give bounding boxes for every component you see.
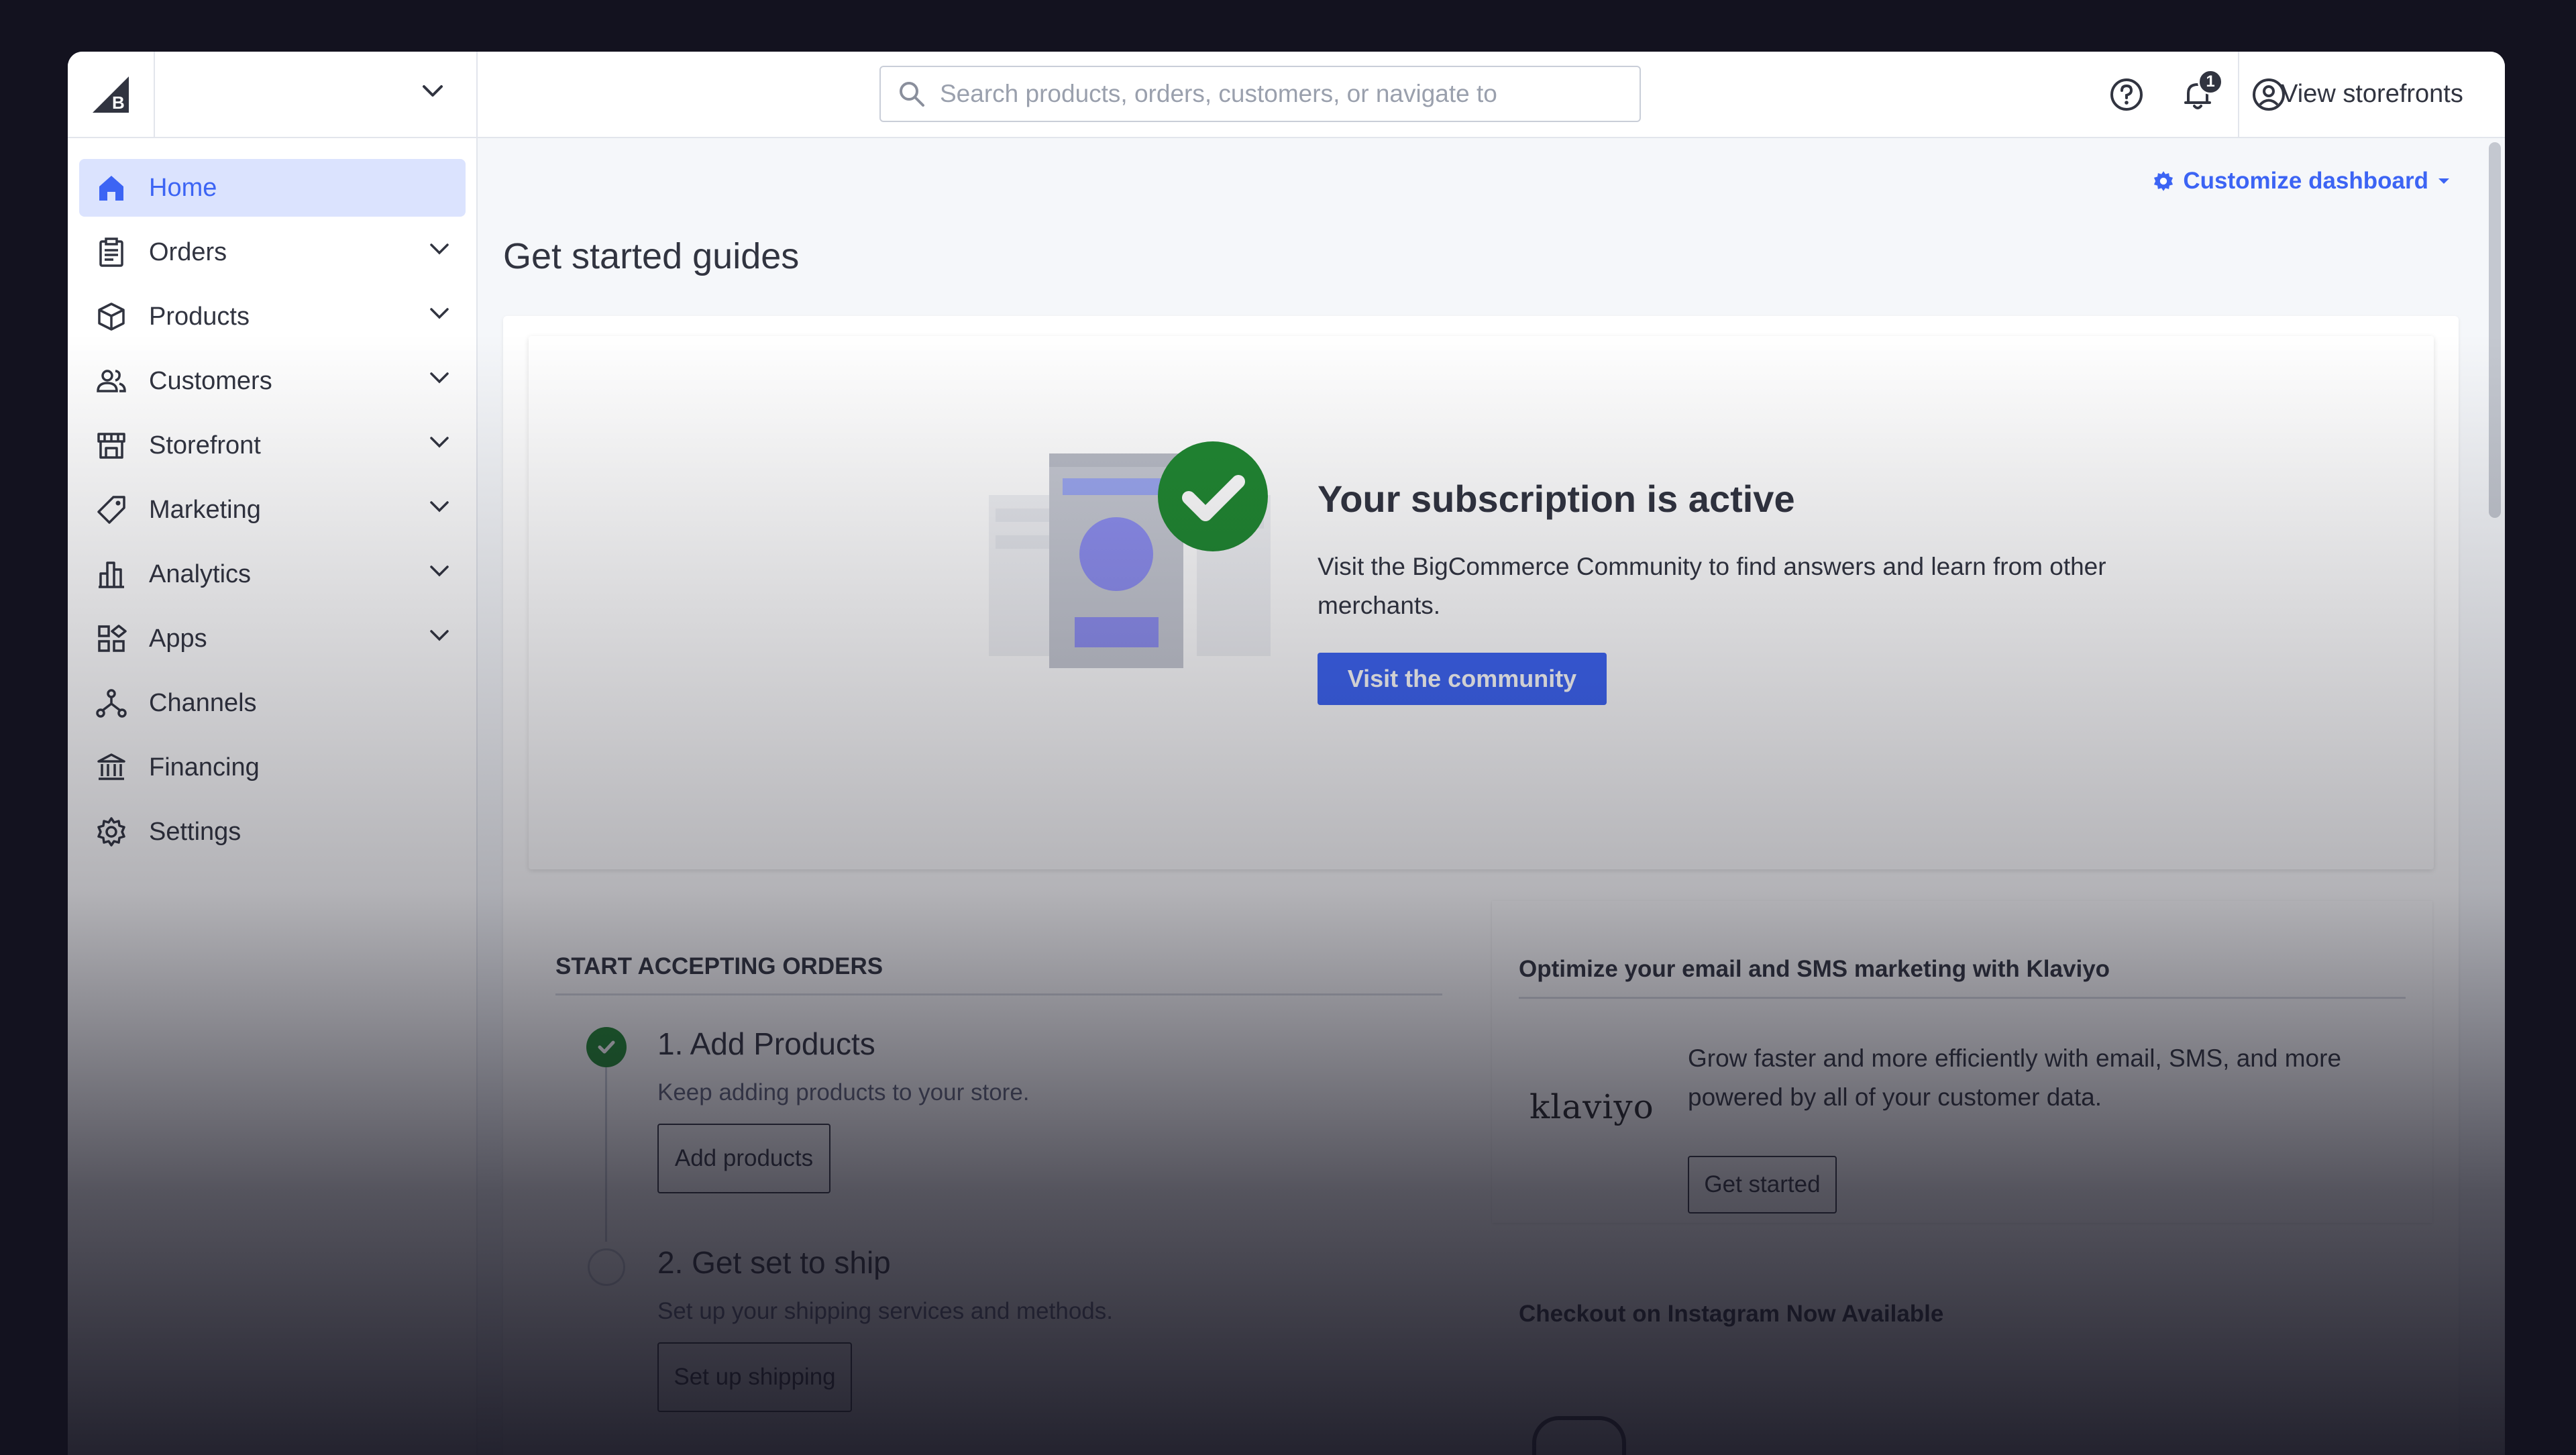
search-icon: [900, 82, 924, 107]
gear-icon: [95, 816, 127, 848]
customize-dashboard-label: Customize dashboard: [2183, 168, 2428, 194]
notifications-button[interactable]: 1: [2179, 69, 2223, 113]
sidebar-item-home[interactable]: Home: [79, 159, 466, 217]
tag-icon: [95, 494, 127, 526]
help-icon: [2110, 78, 2143, 111]
sidebar-item-storefront[interactable]: Storefront: [79, 417, 466, 474]
bank-icon: [95, 751, 127, 784]
caret-down-icon: [2438, 178, 2449, 184]
chevron-down-icon: [430, 501, 449, 513]
svg-text:B: B: [112, 93, 125, 113]
apps-grid-icon: [95, 623, 127, 655]
sidebar-item-channels[interactable]: Channels: [79, 674, 466, 732]
instagram-panel: Checkout on Instagram Now Available: [1492, 1248, 2432, 1455]
sidebar-item-label: Channels: [149, 688, 257, 717]
add-products-button[interactable]: Add products: [657, 1124, 830, 1193]
orders-panel: START ACCEPTING ORDERS 1. Add Products K…: [529, 901, 1469, 1455]
klaviyo-description: Grow faster and more efficiently with em…: [1688, 1044, 2342, 1111]
chevron-down-icon: [430, 565, 449, 577]
subscription-banner: Your subscription is active Visit the Bi…: [529, 336, 2434, 869]
set-up-shipping-button[interactable]: Set up shipping: [657, 1342, 852, 1412]
home-icon: [95, 172, 127, 204]
box-icon: [95, 301, 127, 333]
step-connector: [605, 1047, 607, 1242]
subscription-illustration: [989, 441, 1271, 668]
chevron-down-icon: [430, 630, 449, 641]
scrollbar-thumb[interactable]: [2489, 142, 2501, 518]
view-storefronts-button[interactable]: View storefronts: [2238, 52, 2505, 137]
subscription-description: Visit the BigCommerce Community to find …: [1318, 553, 2106, 619]
divider: [555, 993, 1442, 995]
top-bar: B 1: [68, 52, 2505, 138]
klaviyo-panel: Optimize your email and SMS marketing wi…: [1492, 901, 2432, 1223]
clipboard-icon: [95, 236, 127, 268]
bigcommerce-logo[interactable]: B: [68, 52, 155, 137]
sidebar-item-customers[interactable]: Customers: [79, 352, 466, 410]
get-started-button[interactable]: Get started: [1688, 1156, 1837, 1214]
sidebar-item-settings[interactable]: Settings: [79, 803, 466, 861]
orders-panel-title: START ACCEPTING ORDERS: [555, 953, 883, 979]
sidebar-item-label: Marketing: [149, 495, 261, 524]
app-window: B 1: [68, 52, 2505, 1455]
sidebar-item-label: Products: [149, 302, 250, 331]
step-complete-icon: [586, 1027, 627, 1067]
store-switcher[interactable]: [155, 52, 478, 137]
sidebar-item-label: Customers: [149, 366, 272, 395]
sidebar-item-label: Orders: [149, 237, 227, 266]
sidebar-item-analytics[interactable]: Analytics: [79, 545, 466, 603]
people-icon: [95, 365, 127, 397]
sidebar-item-marketing[interactable]: Marketing: [79, 481, 466, 539]
instagram-icon: [1532, 1416, 1626, 1455]
help-button[interactable]: [2108, 76, 2145, 113]
page-title: Get started guides: [503, 236, 800, 276]
channels-icon: [95, 687, 127, 719]
gear-icon: [2154, 171, 2174, 191]
bar-chart-icon: [95, 558, 127, 590]
divider: [1519, 997, 2406, 999]
instagram-panel-title: Checkout on Instagram Now Available: [1519, 1301, 1944, 1327]
main-content: Customize dashboard Get started guides Y…: [478, 138, 2505, 1455]
search-bar[interactable]: [879, 66, 1641, 122]
sidebar-item-label: Financing: [149, 753, 260, 782]
sidebar-item-label: Home: [149, 173, 217, 202]
step-description: Set up your shipping services and method…: [657, 1298, 1113, 1324]
sidebar-item-orders[interactable]: Orders: [79, 223, 466, 281]
storefront-icon: [95, 429, 127, 462]
notification-count-badge: 1: [2198, 69, 2223, 95]
step-description: Keep adding products to your store.: [657, 1079, 1030, 1106]
sidebar-item-label: Analytics: [149, 559, 252, 588]
chevron-down-icon: [430, 372, 449, 384]
chevron-down-icon: [430, 437, 449, 448]
step-title: 1. Add Products: [657, 1026, 875, 1061]
subscription-title: Your subscription is active: [1318, 478, 1795, 520]
chevron-down-icon: [430, 308, 449, 319]
sidebar-item-label: Storefront: [149, 431, 261, 460]
klaviyo-panel-title: Optimize your email and SMS marketing wi…: [1519, 956, 2110, 982]
chevron-down-icon: [423, 85, 443, 97]
sidebar-item-products[interactable]: Products: [79, 288, 466, 345]
chevron-down-icon: [430, 244, 449, 255]
sidebar-item-apps[interactable]: Apps: [79, 610, 466, 667]
sidebar: Home Orders Products Customers Storefron…: [68, 138, 478, 1455]
customize-dashboard-button[interactable]: Customize dashboard: [2152, 168, 2451, 195]
sidebar-item-label: Apps: [149, 624, 207, 653]
step-title: 2. Get set to ship: [657, 1245, 891, 1280]
sidebar-item-financing[interactable]: Financing: [79, 739, 466, 796]
klaviyo-logo: klaviyo: [1529, 1087, 1654, 1126]
bigcommerce-logo-icon: B: [93, 76, 129, 113]
visit-community-button[interactable]: Visit the community: [1318, 653, 1607, 705]
step-pending-icon: [588, 1248, 625, 1286]
guides-card: Your subscription is active Visit the Bi…: [503, 316, 2459, 1455]
sidebar-item-label: Settings: [149, 817, 241, 846]
search-input[interactable]: [938, 79, 1612, 109]
